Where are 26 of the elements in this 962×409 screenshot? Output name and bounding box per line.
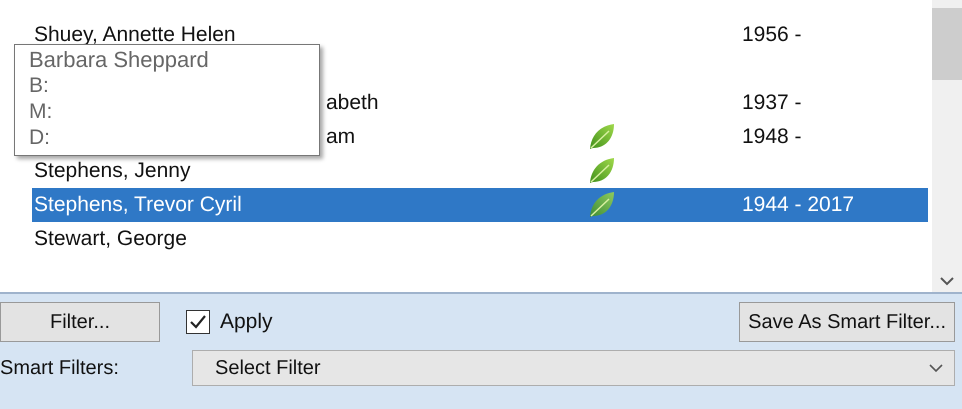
scrollbar[interactable]: [932, 0, 962, 292]
life-dates: 1937 -: [741, 91, 803, 115]
chevron-down-icon[interactable]: [939, 276, 955, 286]
person-name: Stephens, Jenny: [33, 159, 190, 183]
filter-button[interactable]: Filter...: [0, 302, 160, 342]
life-dates: 1944 - 2017: [741, 193, 856, 217]
person-name: abeth: [325, 91, 379, 115]
person-row[interactable]: Stewart, George: [32, 222, 928, 256]
person-name: Shuey, Annette Helen: [33, 23, 236, 47]
person-row[interactable]: Stephens, Jenny: [32, 154, 928, 188]
life-dates: 1948 -: [741, 125, 803, 149]
chevron-down-icon: [928, 363, 944, 373]
smart-filter-dropdown[interactable]: Select Filter: [192, 350, 955, 386]
smart-filters-label: Smart Filters:: [0, 356, 120, 380]
person-row[interactable]: Stephens, Trevor Cyril 1944 - 2017: [32, 188, 928, 222]
apply-checkbox[interactable]: [186, 310, 210, 334]
save-smart-filter-button[interactable]: Save As Smart Filter...: [739, 302, 955, 342]
life-dates: 1956 -: [741, 23, 803, 47]
apply-label: Apply: [220, 310, 273, 334]
scrollbar-thumb[interactable]: [932, 8, 962, 80]
tooltip-line: M:: [29, 99, 54, 125]
tooltip-line: B:: [29, 73, 50, 99]
person-name: Stephens, Trevor Cyril: [33, 193, 242, 217]
person-name: am: [325, 125, 356, 149]
person-name: Stewart, George: [33, 227, 187, 251]
tooltip-line: D:: [29, 125, 51, 151]
